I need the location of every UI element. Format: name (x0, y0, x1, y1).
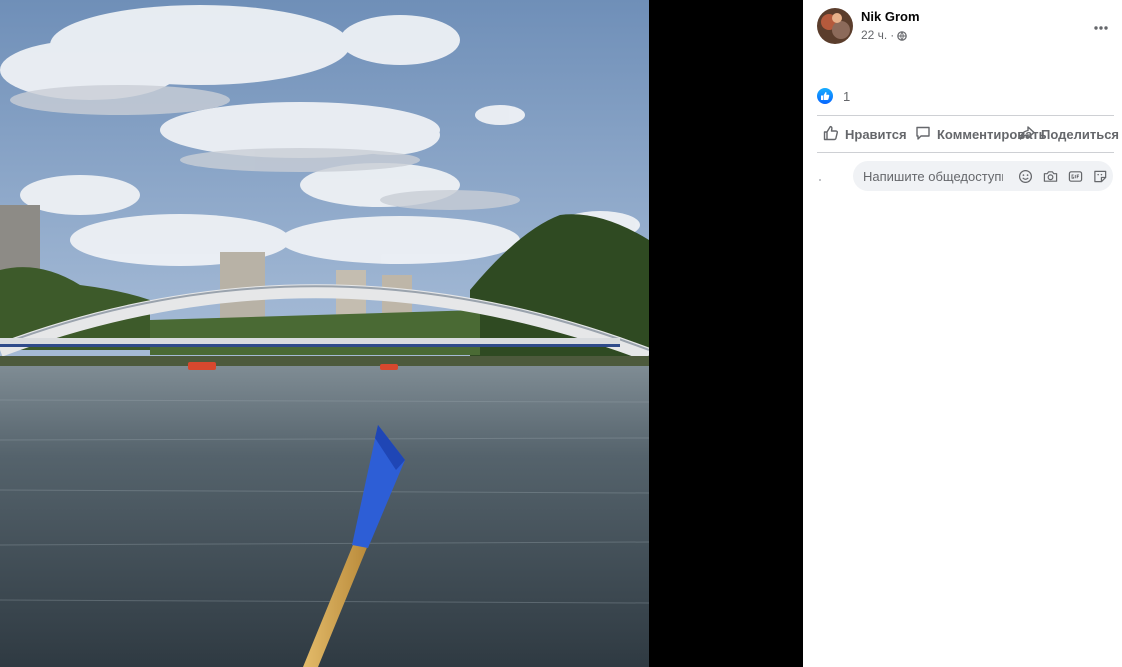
like-icon (817, 88, 833, 104)
comment-composer (817, 160, 1114, 192)
more-horizontal-icon (1094, 17, 1108, 35)
post-panel: Nik Grom 22 ч. · 1 Нравится Комментирова… (803, 0, 1122, 667)
like-label: Нравится (845, 126, 907, 142)
thumbs-up-icon (823, 125, 839, 144)
photo-viewer (0, 0, 803, 667)
more-options-button[interactable] (1087, 12, 1115, 40)
emoji-icon[interactable] (1017, 168, 1033, 184)
reaction-count: 1 (843, 88, 851, 104)
comment-icon (915, 125, 931, 144)
comment-box[interactable] (853, 161, 1113, 191)
share-icon (1019, 125, 1035, 144)
meta-separator: · (890, 28, 895, 42)
divider (817, 115, 1114, 116)
post-photo[interactable] (0, 0, 649, 667)
gif-icon[interactable] (1067, 168, 1083, 184)
post-meta: 22 ч. · (861, 28, 908, 42)
comment-tools (1017, 168, 1108, 184)
author-avatar[interactable] (817, 8, 853, 44)
divider (817, 152, 1114, 153)
commenter-avatar (819, 179, 821, 181)
sticker-icon[interactable] (1092, 168, 1108, 184)
globe-icon (897, 30, 908, 41)
comment-input[interactable] (853, 168, 1003, 184)
post-header: Nik Grom 22 ч. · (817, 8, 1117, 48)
post-timestamp[interactable]: 22 ч. (861, 28, 887, 42)
author-name[interactable]: Nik Grom (861, 9, 920, 24)
post-actions: Нравится Комментировать Поделиться (817, 118, 1119, 150)
reaction-summary[interactable]: 1 (817, 87, 850, 105)
share-label: Поделиться (1041, 126, 1120, 142)
share-button[interactable]: Поделиться (1019, 118, 1119, 150)
camera-icon[interactable] (1042, 168, 1058, 184)
like-button[interactable]: Нравится (823, 118, 907, 150)
photo-scene (0, 0, 649, 667)
